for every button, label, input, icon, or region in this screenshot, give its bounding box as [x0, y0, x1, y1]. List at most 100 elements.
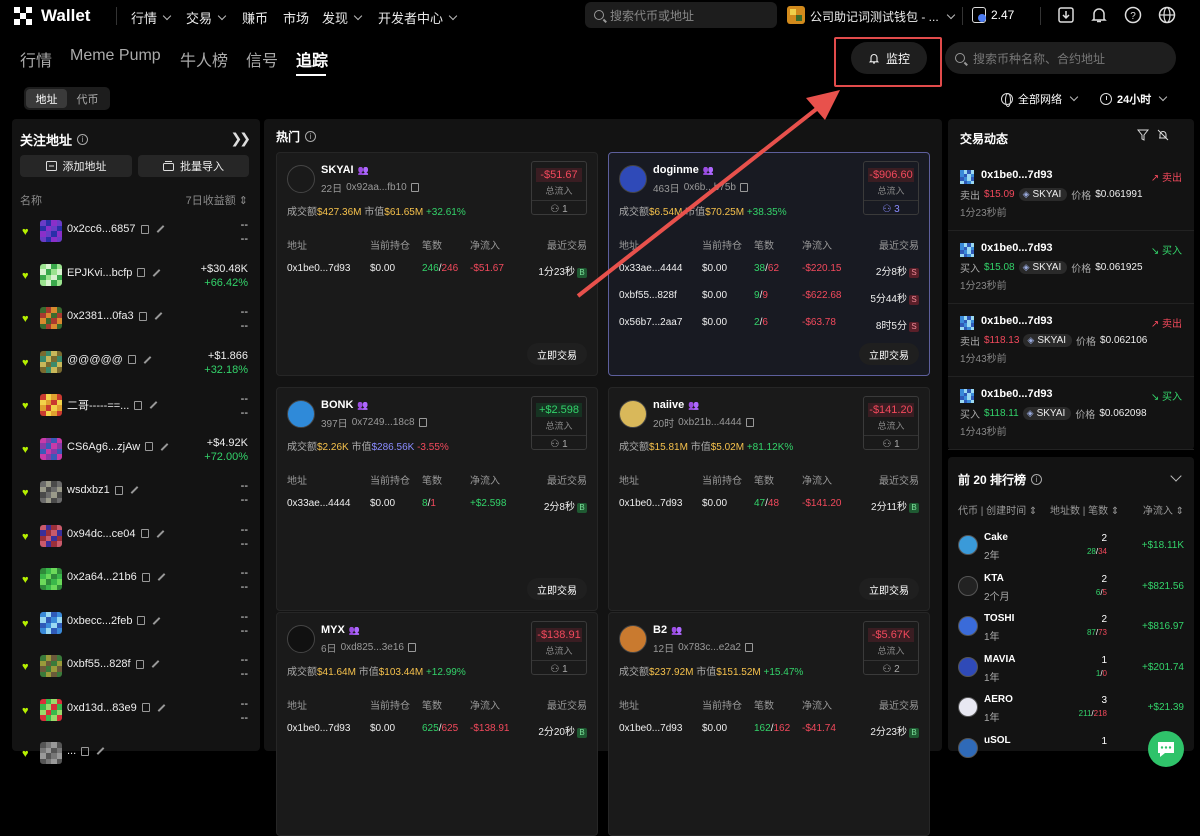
watch-address-row[interactable]: ♥ 0xbf55...828f -- --: [12, 650, 260, 690]
top-nav-item[interactable]: 交易: [186, 8, 227, 27]
sub-tab[interactable]: Meme Pump: [70, 47, 161, 65]
copy-icon[interactable]: [745, 418, 754, 427]
top-nav-item[interactable]: 行情: [131, 8, 172, 27]
edit-icon[interactable]: [154, 312, 163, 320]
hot-token-card[interactable]: MYX 👥 6日 0xd825...3e16 成交额$41.64M 市值$103.44M…: [276, 612, 598, 836]
total-inflow-box[interactable]: -$906.60 总流入 ⚇ 3: [863, 161, 919, 215]
sub-tab[interactable]: 追踪: [296, 47, 328, 71]
hot-token-card[interactable]: SKYAI 👥 22日 0x92aa...fb10 成交额$427.36M 市值$61.…: [276, 152, 598, 376]
watch-address-row[interactable]: ♥ 二哥-----==... -- --: [12, 389, 260, 429]
ranking-row[interactable]: Cake 2年 2 28/34 +$18.11K: [948, 527, 1194, 567]
filter-icon[interactable]: [1136, 129, 1150, 144]
segment-address[interactable]: 地址: [26, 89, 67, 108]
wallet-selector[interactable]: 公司助记词测试钱包 - ...: [810, 8, 955, 25]
edit-icon[interactable]: [157, 703, 166, 712]
info-icon[interactable]: i: [1031, 474, 1043, 485]
add-address-button[interactable]: 添加地址: [20, 155, 132, 177]
trade-activity-item[interactable]: 0x1be0...7d93 ↗ 卖出 卖出 $118.13 ◈ SKYAI 价格 $0.062…: [948, 305, 1194, 377]
top-nav-item[interactable]: 市场: [283, 8, 309, 27]
ranking-col-count[interactable]: 地址数 | 笔数 ⇕: [1050, 502, 1119, 517]
total-inflow-box[interactable]: -$5.67K 总流入 ⚇ 2: [863, 621, 919, 675]
trade-now-button[interactable]: 立即交易: [859, 578, 919, 600]
wallet-balance[interactable]: 2.47: [991, 8, 1014, 22]
time-filter[interactable]: 24小时: [1100, 91, 1168, 107]
ranking-row[interactable]: AERO 1年 3 211/218 +$21.39: [948, 689, 1194, 729]
copy-icon[interactable]: [81, 746, 90, 756]
heart-icon[interactable]: ♥: [22, 270, 32, 281]
edit-icon[interactable]: [160, 442, 169, 451]
edit-icon[interactable]: [96, 747, 105, 755]
edit-icon[interactable]: [157, 573, 166, 581]
watch-address-row[interactable]: ♥ 0x2cc6...6857 -- --: [12, 215, 260, 255]
trade-now-button[interactable]: 立即交易: [859, 343, 919, 365]
edit-icon[interactable]: [156, 225, 164, 233]
copy-icon[interactable]: [407, 643, 416, 652]
sub-tab[interactable]: 行情: [20, 47, 52, 71]
heart-icon[interactable]: ♥: [22, 575, 32, 586]
trade-now-button[interactable]: 立即交易: [527, 343, 587, 365]
copy-icon[interactable]: [134, 400, 143, 410]
copy-icon[interactable]: [141, 572, 150, 582]
edit-icon[interactable]: [143, 355, 152, 364]
copy-icon[interactable]: [138, 311, 147, 321]
copy-icon[interactable]: [137, 616, 146, 625]
copy-icon[interactable]: [137, 268, 146, 277]
collapse-panel-icon[interactable]: ❯❯: [231, 130, 252, 147]
watch-address-row[interactable]: ♥ @@@@@ +$1.866 +32.18%: [12, 346, 260, 386]
hot-token-card[interactable]: naiive 👥 20时 0xb21b...4444 成交额$15.81M 市值$5.0…: [608, 387, 930, 611]
copy-icon[interactable]: [744, 643, 753, 652]
help-icon[interactable]: ?: [1123, 5, 1143, 25]
copy-icon[interactable]: [114, 485, 123, 495]
edit-icon[interactable]: [153, 616, 161, 625]
heart-icon[interactable]: ♥: [22, 705, 32, 716]
mute-bell-icon[interactable]: [1157, 129, 1169, 144]
trade-activity-item[interactable]: 0x1be0...7d93 ↘ 买入 买入 $118.11 ◈ SKYAI 价格 $0.062…: [948, 378, 1194, 450]
heart-icon[interactable]: ♥: [22, 227, 32, 238]
ranking-row[interactable]: TOSHI 1年 2 87/73 +$816.97: [948, 608, 1194, 648]
total-inflow-box[interactable]: +$2.598 总流入 ⚇ 1: [531, 396, 587, 450]
collapse-chevron-icon[interactable]: [1168, 469, 1182, 483]
top-search-input[interactable]: 搜索代币或地址: [585, 2, 777, 28]
edit-icon[interactable]: [130, 486, 139, 494]
heart-icon[interactable]: ♥: [22, 749, 32, 760]
top-nav-item[interactable]: 开发者中心: [378, 8, 458, 27]
copy-icon[interactable]: [135, 659, 144, 669]
watch-address-row[interactable]: ♥ 0xd13d...83e9 -- --: [12, 694, 260, 734]
sub-tab[interactable]: 信号: [246, 47, 278, 71]
language-globe-icon[interactable]: [1157, 5, 1177, 25]
heart-icon[interactable]: ♥: [22, 401, 32, 412]
ranking-col-token[interactable]: 代币 | 创建时间 ⇕: [958, 502, 1037, 517]
heart-icon[interactable]: ♥: [22, 531, 32, 542]
batch-import-button[interactable]: 批量导入: [138, 155, 249, 177]
heart-icon[interactable]: ♥: [22, 357, 32, 368]
token-search-input[interactable]: 搜索币种名称、合约地址: [945, 42, 1176, 74]
token-pill[interactable]: ◈ SKYAI: [1018, 261, 1068, 274]
copy-icon[interactable]: [140, 224, 149, 234]
ranking-row[interactable]: KTA 2个月 2 6/5 +$821.56: [948, 568, 1194, 608]
edit-icon[interactable]: [156, 529, 164, 538]
copy-icon[interactable]: [418, 418, 427, 427]
heart-icon[interactable]: ♥: [22, 662, 32, 673]
token-pill[interactable]: ◈ SKYAI: [1018, 188, 1068, 201]
info-icon[interactable]: i: [305, 131, 317, 142]
hot-token-card[interactable]: B2 👥 12日 0x783c...e2a2 成交额$237.92M 市值$151.52…: [608, 612, 930, 836]
wallet-logo[interactable]: Wallet: [14, 6, 90, 26]
total-inflow-box[interactable]: -$141.20 总流入 ⚇ 1: [863, 396, 919, 450]
watch-address-row[interactable]: ♥...: [12, 737, 260, 777]
download-icon[interactable]: [1056, 5, 1076, 25]
edit-icon[interactable]: [151, 660, 159, 668]
trade-activity-item[interactable]: 0x1be0...7d93 ↘ 买入 买入 $15.08 ◈ SKYAI 价格 $0.0619…: [948, 232, 1194, 304]
heart-icon[interactable]: ♥: [22, 314, 32, 325]
column-pnl-header[interactable]: 7日收益额 ⇕: [186, 192, 248, 208]
token-pill[interactable]: ◈ SKYAI: [1022, 407, 1072, 420]
heart-icon[interactable]: ♥: [22, 444, 32, 455]
trade-now-button[interactable]: 立即交易: [527, 578, 587, 600]
ranking-row[interactable]: MAVIA 1年 1 1/0 +$201.74: [948, 649, 1194, 689]
ranking-col-inflow[interactable]: 净流入 ⇕: [1143, 502, 1184, 517]
token-pill[interactable]: ◈ SKYAI: [1023, 334, 1073, 347]
watch-address-row[interactable]: ♥ 0x2381...0fa3 -- --: [12, 302, 260, 342]
info-icon[interactable]: i: [77, 134, 89, 145]
copy-icon[interactable]: [140, 529, 149, 538]
sub-tab[interactable]: 牛人榜: [180, 47, 228, 71]
copy-icon[interactable]: [410, 183, 419, 192]
